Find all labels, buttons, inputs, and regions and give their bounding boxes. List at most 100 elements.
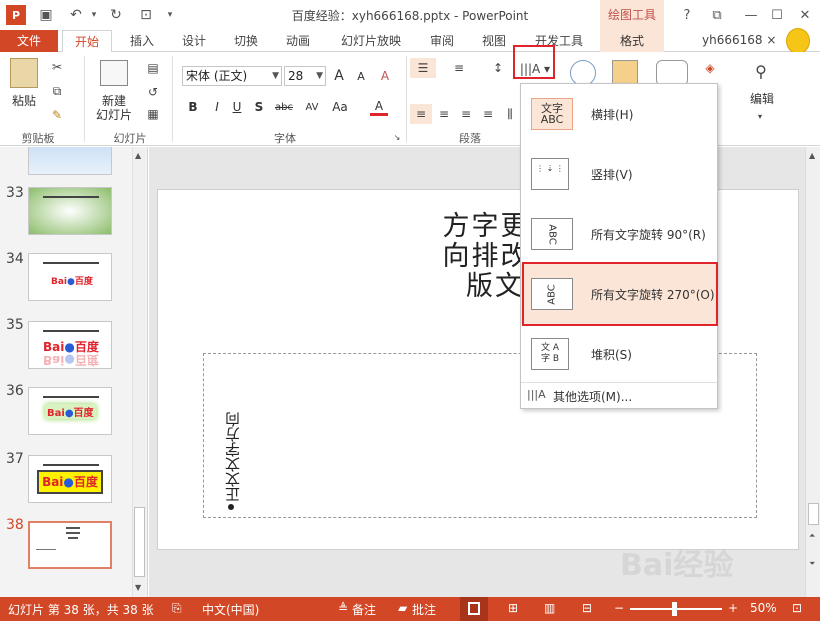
menu-item-more-options[interactable]: |||A 其他选项(M)... (521, 384, 717, 408)
user-account[interactable]: yh666168 × (702, 33, 776, 47)
slide-thumbnail[interactable]: Bai●百度 (28, 387, 112, 435)
customize-toolbar-icon[interactable]: ▾ (160, 5, 180, 25)
save-icon[interactable]: ▣ (36, 5, 56, 25)
tab-file[interactable]: 文件 (0, 30, 58, 52)
bold-button[interactable]: B (184, 98, 202, 116)
tab-slideshow[interactable]: 幻灯片放映 (330, 30, 412, 52)
scrollbar-thumb[interactable] (134, 507, 145, 577)
previous-slide-icon[interactable]: ⏶ (809, 531, 815, 541)
comments-icon[interactable]: ▰ (398, 601, 407, 615)
help-button[interactable]: ? (676, 4, 698, 26)
zoom-slider-thumb[interactable] (672, 602, 677, 616)
font-size-combo[interactable]: 28 ▼ (284, 66, 326, 86)
notes-button[interactable]: 备注 (352, 601, 376, 618)
slide-sorter-icon[interactable]: ⊞ (508, 601, 518, 615)
ribbon-display-options-button[interactable]: ⧉ (706, 4, 728, 26)
italic-button[interactable]: I (208, 98, 226, 116)
grow-font-button[interactable]: A (330, 67, 348, 85)
clear-formatting-button[interactable]: A (376, 67, 394, 85)
group-separator (406, 56, 407, 142)
justify-icon[interactable]: ≡ (478, 104, 498, 124)
next-slide-icon[interactable]: ⏷ (809, 559, 815, 569)
undo-dropdown-icon[interactable]: ▾ (84, 5, 104, 25)
slide-thumbnail[interactable]: Bai●百度 (28, 253, 112, 301)
tab-design[interactable]: 设计 (172, 30, 216, 52)
align-right-icon[interactable]: ≡ (456, 104, 476, 124)
fit-to-window-icon[interactable]: ⊡ (792, 601, 802, 615)
align-center-icon[interactable]: ≡ (434, 104, 454, 124)
language-status[interactable]: 中文(中国) (202, 601, 259, 618)
bullets-icon[interactable]: ☰ (410, 58, 436, 78)
slide-thumbnail[interactable]: Bai●百度 Bai●百度 (28, 321, 112, 369)
font-dialog-launcher-icon[interactable]: ↘ (392, 132, 402, 142)
watermark: Bai经验 (620, 548, 734, 583)
tab-format[interactable]: 格式 (600, 30, 664, 52)
menu-item-rotate-90[interactable]: ABC 所有文字旋转 90°(R) (521, 204, 717, 264)
character-spacing-button[interactable]: AV (300, 98, 324, 116)
slide-thumbnail[interactable] (28, 147, 112, 175)
spell-check-icon[interactable]: ⎘ (172, 601, 182, 616)
new-slide-button[interactable]: 新建 幻灯片 (88, 94, 140, 122)
tab-view[interactable]: 视图 (472, 30, 516, 52)
find-icon[interactable]: ⚲ (748, 58, 774, 84)
section-icon[interactable]: ▦ (142, 106, 164, 122)
redo-icon[interactable]: ↻ (106, 5, 126, 25)
menu-item-vertical[interactable]: ⋮ ⇣ ⋮ 竖排(V) (521, 144, 717, 204)
tab-review[interactable]: 审阅 (420, 30, 464, 52)
reset-icon[interactable]: ↺ (142, 84, 164, 100)
layout-icon[interactable]: ▤ (142, 60, 164, 76)
slide-thumbnail[interactable]: Bai●百度 (28, 455, 112, 503)
font-color-button[interactable]: A (370, 98, 388, 116)
columns-icon[interactable]: ⫼ (500, 104, 520, 124)
menu-item-horizontal[interactable]: 文字 ABC 横排(H) (521, 84, 717, 144)
start-from-beginning-icon[interactable]: ⊡ (136, 5, 156, 25)
vertical-body-text[interactable]: 正文文字方向 (218, 382, 248, 502)
shrink-font-button[interactable]: A (352, 67, 370, 85)
menu-item-stacked[interactable]: 文 A字 B 堆积(S) (521, 324, 717, 384)
paste-button[interactable]: 粘贴 (6, 94, 42, 108)
numbering-icon[interactable]: ≡ (446, 58, 472, 78)
align-left-icon[interactable]: ≡ (410, 104, 432, 124)
tab-animations[interactable]: 动画 (276, 30, 320, 52)
underline-button[interactable]: U (228, 98, 246, 116)
logo-text-cn: 百度 (74, 353, 99, 367)
font-name-combo[interactable]: 宋体 (正文) ▼ (182, 66, 282, 86)
tab-home[interactable]: 开始 (62, 30, 112, 53)
normal-view-button[interactable] (460, 597, 488, 621)
thumbnail-scrollbar[interactable]: ▲ ▼ (132, 147, 146, 597)
powerpoint-app-icon[interactable]: P (6, 5, 26, 25)
zoom-out-button[interactable]: − (614, 601, 624, 615)
new-slide-icon[interactable] (100, 60, 128, 86)
copy-icon[interactable]: ⧉ (48, 82, 66, 100)
text-shadow-button[interactable]: S (250, 98, 268, 116)
scrollbar-thumb[interactable] (808, 503, 819, 525)
strikethrough-button[interactable]: abc (272, 98, 296, 116)
scroll-up-icon[interactable]: ▲ (135, 151, 141, 160)
close-button[interactable]: ✕ (794, 4, 816, 26)
paste-icon[interactable] (10, 58, 38, 88)
scroll-down-icon[interactable]: ▼ (135, 583, 141, 592)
change-case-button[interactable]: Aa (328, 98, 352, 116)
cut-icon[interactable]: ✂ (48, 58, 66, 76)
logo-text-cn: 百度 (73, 475, 98, 489)
zoom-in-button[interactable]: + (728, 601, 738, 615)
slideshow-icon[interactable]: ⊟ (582, 601, 592, 615)
avatar[interactable] (786, 28, 810, 54)
undo-icon[interactable]: ↶ (66, 5, 86, 25)
minimize-button[interactable]: — (740, 4, 762, 26)
editing-button[interactable]: 编辑 (742, 92, 782, 106)
tab-insert[interactable]: 插入 (120, 30, 164, 52)
shape-fill-icon[interactable]: ◈ (700, 58, 720, 78)
line-spacing-icon[interactable]: ↕ (488, 58, 508, 78)
tab-transitions[interactable]: 切换 (224, 30, 268, 52)
editor-scrollbar[interactable]: ▲ ⏶ ⏷ (805, 147, 820, 597)
scroll-up-icon[interactable]: ▲ (809, 151, 815, 160)
comments-button[interactable]: 批注 (412, 601, 436, 618)
slide-thumbnail[interactable] (28, 187, 112, 235)
maximize-button[interactable]: ☐ (766, 4, 788, 26)
reading-view-icon[interactable]: ▥ (544, 601, 555, 615)
format-painter-icon[interactable]: ✎ (48, 106, 66, 124)
notes-icon[interactable]: ≜ (338, 601, 348, 615)
slide-thumbnail-selected[interactable] (28, 521, 112, 569)
zoom-level[interactable]: 50% (750, 601, 777, 615)
